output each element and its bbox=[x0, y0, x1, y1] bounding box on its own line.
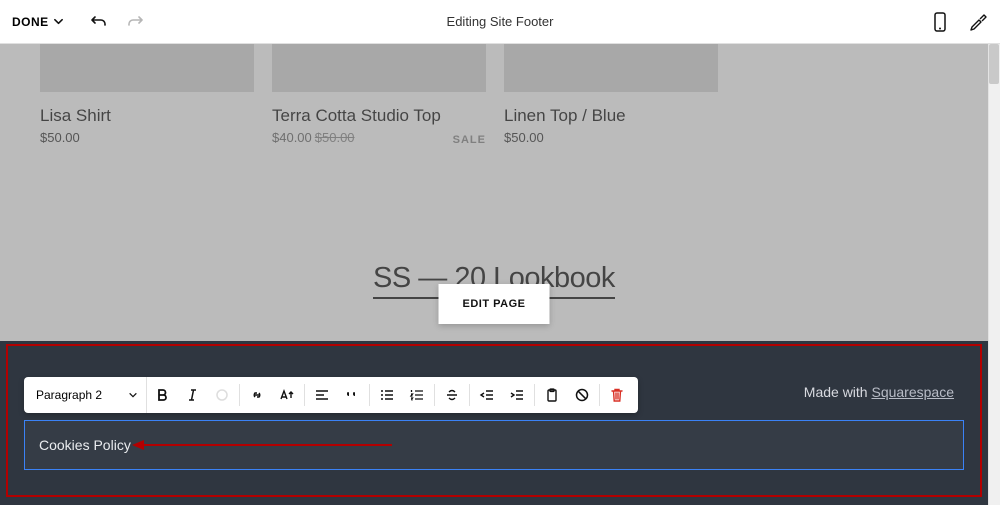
redo-icon[interactable] bbox=[126, 13, 144, 31]
separator bbox=[434, 384, 435, 406]
separator bbox=[239, 384, 240, 406]
indent-icon[interactable] bbox=[502, 377, 532, 413]
link-icon[interactable] bbox=[242, 377, 272, 413]
separator bbox=[369, 384, 370, 406]
page-title: Editing Site Footer bbox=[447, 14, 554, 29]
footer-text: Cookies Policy bbox=[39, 437, 131, 453]
undo-redo-group bbox=[90, 13, 144, 31]
product-name: Terra Cotta Studio Top bbox=[272, 106, 486, 126]
strikethrough-icon[interactable] bbox=[437, 377, 467, 413]
text-toolbar: Paragraph 2 bbox=[24, 377, 638, 413]
topbar-right bbox=[930, 12, 988, 32]
product-image bbox=[40, 44, 254, 92]
chevron-down-icon bbox=[53, 16, 64, 27]
chevron-down-icon bbox=[128, 390, 138, 400]
separator bbox=[599, 384, 600, 406]
paragraph-style-select[interactable]: Paragraph 2 bbox=[30, 377, 147, 413]
product-card[interactable]: Lisa Shirt $50.00 bbox=[40, 44, 254, 145]
made-with-attribution: Made with Squarespace bbox=[804, 384, 954, 400]
separator bbox=[304, 384, 305, 406]
canvas: Lisa Shirt $50.00 Terra Cotta Studio Top… bbox=[0, 44, 1000, 505]
product-name: Lisa Shirt bbox=[40, 106, 254, 126]
done-label: DONE bbox=[12, 15, 49, 29]
align-icon[interactable] bbox=[307, 377, 337, 413]
undo-icon[interactable] bbox=[90, 13, 108, 31]
separator bbox=[534, 384, 535, 406]
madewith-prefix: Made with bbox=[804, 384, 872, 400]
product-card[interactable]: Linen Top / Blue $50.00 bbox=[504, 44, 718, 145]
scrollbar-thumb[interactable] bbox=[989, 44, 999, 84]
styles-paintbrush-icon[interactable] bbox=[968, 12, 988, 32]
edit-page-button[interactable]: EDIT PAGE bbox=[439, 284, 550, 324]
style-label: Paragraph 2 bbox=[36, 388, 102, 402]
clipboard-icon[interactable] bbox=[537, 377, 567, 413]
topbar: DONE Editing Site Footer bbox=[0, 0, 1000, 44]
scrollbar[interactable] bbox=[988, 44, 1000, 505]
canvas-wrap: Lisa Shirt $50.00 Terra Cotta Studio Top… bbox=[0, 44, 1000, 505]
italic-icon[interactable] bbox=[177, 377, 207, 413]
product-name: Linen Top / Blue bbox=[504, 106, 718, 126]
product-image bbox=[272, 44, 486, 92]
original-price: $50.00 bbox=[315, 130, 355, 145]
bullet-list-icon[interactable] bbox=[372, 377, 402, 413]
product-row: Lisa Shirt $50.00 Terra Cotta Studio Top… bbox=[40, 44, 718, 145]
bold-icon[interactable] bbox=[147, 377, 177, 413]
content-area: Lisa Shirt $50.00 Terra Cotta Studio Top… bbox=[0, 44, 988, 505]
trash-icon[interactable] bbox=[602, 377, 632, 413]
product-card[interactable]: Terra Cotta Studio Top $40.00$50.00 SALE bbox=[272, 44, 486, 145]
squarespace-link[interactable]: Squarespace bbox=[871, 384, 954, 400]
product-price: $50.00 bbox=[504, 130, 718, 145]
sale-badge: SALE bbox=[453, 134, 486, 146]
quote-icon[interactable] bbox=[337, 377, 367, 413]
footer-text-block[interactable]: Cookies Policy bbox=[24, 420, 964, 470]
clear-format-icon[interactable] bbox=[567, 377, 597, 413]
sale-price: $40.00 bbox=[272, 130, 312, 145]
text-color-icon[interactable] bbox=[207, 377, 237, 413]
done-button[interactable]: DONE bbox=[12, 15, 64, 29]
separator bbox=[469, 384, 470, 406]
product-image bbox=[504, 44, 718, 92]
mobile-preview-icon[interactable] bbox=[930, 12, 950, 32]
numbered-list-icon[interactable] bbox=[402, 377, 432, 413]
outdent-icon[interactable] bbox=[472, 377, 502, 413]
text-size-icon[interactable] bbox=[272, 377, 302, 413]
product-price: $50.00 bbox=[40, 130, 254, 145]
